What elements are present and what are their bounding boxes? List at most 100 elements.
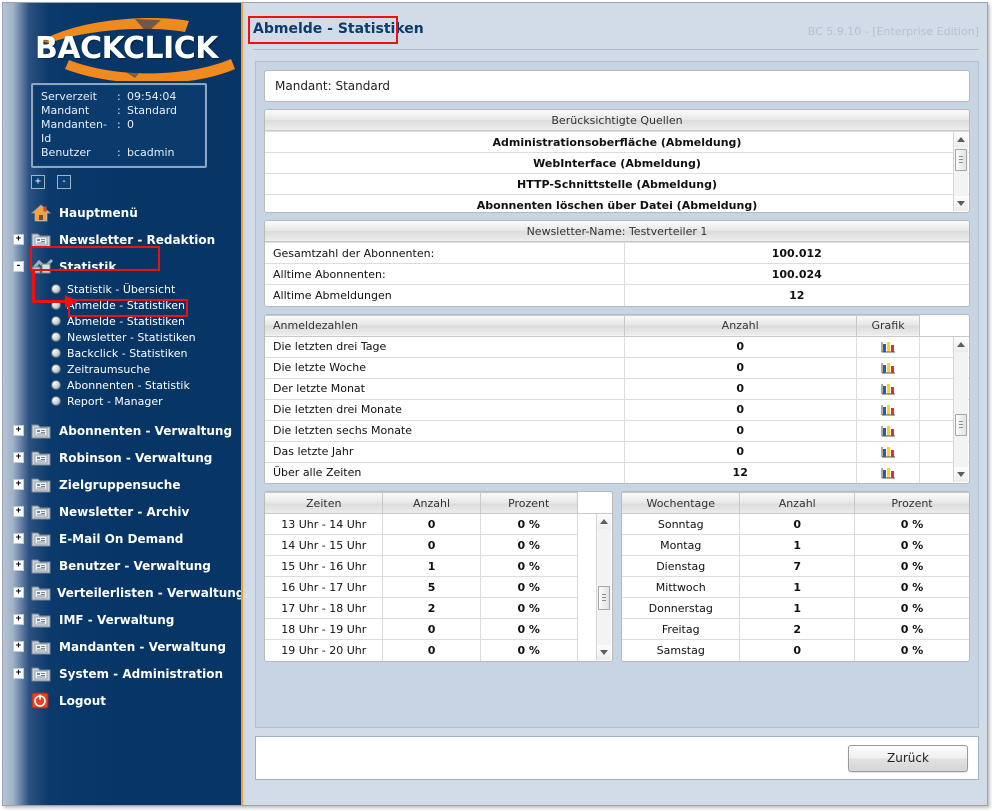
sidebar-item-mandanten-verwaltung[interactable]: + Mandanten - Verwaltung [13,633,243,660]
logout-icon [31,692,53,710]
sidebar-item-abonnenten-statistik[interactable]: Abonnenten - Statistik [31,377,243,393]
sidebar-item-abmelde-statistiken[interactable]: Abmelde - Statistiken [31,313,243,329]
folder-icon [31,584,51,602]
table-row[interactable]: Abonnenten löschen über Datei (Abmeldung… [265,194,969,212]
sidebar-item-backclick-statistiken[interactable]: Backclick - Statistiken [31,345,243,361]
sources-scrollbar[interactable] [953,132,968,211]
scrollbar-thumb[interactable] [955,413,967,436]
scroll-down-button[interactable] [954,467,968,482]
sidebar-subitem-label: Statistik - Übersicht [67,282,176,296]
wochentage-card: Wochentage Anzahl Prozent Sonntag 0 0 % [621,491,970,662]
sidebar-item-report-manager[interactable]: Report - Manager [31,393,243,409]
sidebar-item-system-administration[interactable]: + System - Administration [13,660,243,687]
scroll-up-button[interactable] [597,514,611,529]
collapse-minus-icon[interactable]: - [13,261,24,272]
row-graph-cell[interactable] [855,398,921,421]
zeiten-card: Zeiten Anzahl Prozent 13 Uhr - 14 Uhr 0 [264,491,613,662]
bar-chart-icon[interactable] [881,424,896,438]
sidebar-item-imf-verwaltung[interactable]: + IMF - Verwaltung [13,606,243,633]
expand-all-button[interactable]: + [31,175,45,189]
backclick-logo[interactable]: BACKCLICK [31,15,243,81]
back-button[interactable]: Zurück [848,744,968,772]
scroll-up-button[interactable] [954,336,968,352]
column-header: Anzahl [623,314,857,337]
table-row[interactable]: HTTP-Schnittstelle (Abmeldung) [265,173,969,195]
expand-plus-icon[interactable]: + [13,668,24,679]
bar-chart-icon[interactable] [881,382,896,396]
sidebar-item-email-on-demand[interactable]: + E-Mail On Demand [13,525,243,552]
expand-plus-icon[interactable]: + [13,234,24,245]
row-percent: 0 % [479,555,578,577]
column-header: Anzahl [739,492,855,514]
scrollbar-thumb[interactable] [598,586,610,610]
bar-chart-icon[interactable] [881,466,896,480]
collapse-all-button[interactable]: - [57,175,71,189]
sidebar-item-label: Statistik [59,259,117,274]
row-count: 0 [623,356,857,379]
expand-plus-icon[interactable]: + [13,506,24,517]
row-count: 0 [623,398,857,421]
sidebar-item-statistik-uebersicht[interactable]: Statistik - Übersicht [31,281,243,297]
table-row[interactable]: Administrationsoberfläche (Abmeldung) [265,131,969,153]
row-graph-cell[interactable] [855,440,921,463]
sidebar-item-benutzer-verwaltung[interactable]: + Benutzer - Verwaltung [13,552,243,579]
row-graph-cell[interactable] [855,419,921,442]
sidebar-subitem-label: Zeitraumsuche [67,362,151,376]
table-row: Der letzte Monat 0 [265,377,969,400]
sidebar-item-verteilerlisten-verwaltung[interactable]: + Verteilerlisten - Verwaltung [13,579,243,606]
sidebar-item-hauptmenu[interactable]: Hauptmenü [30,199,243,226]
sidebar-item-abonnenten-verwaltung[interactable]: + Abonnenten - Verwaltung [13,417,243,444]
zeiten-scrollbar[interactable] [596,514,611,660]
newsletter-row-label: Gesamtzahl der Abonnenten: [265,242,625,264]
wochentage-column: Wochentage Anzahl Prozent Sonntag 0 0 % [621,491,970,662]
bullet-icon [51,332,61,342]
row-graph-cell[interactable] [855,356,921,379]
column-header: Anzahl [382,492,481,514]
scroll-up-button[interactable] [954,132,968,147]
expand-plus-icon[interactable]: + [13,425,24,436]
expand-plus-icon[interactable]: + [13,560,24,571]
sidebar-item-zielgruppensuche[interactable]: + Zielgruppensuche [13,471,243,498]
table-row: Alltime Abmeldungen 12 [265,284,969,306]
sidebar-item-statistik[interactable]: - Statistik [13,253,243,280]
sidebar-item-zeitraumsuche[interactable]: Zeitraumsuche [31,361,243,377]
row-label: 15 Uhr - 16 Uhr [265,555,384,577]
scroll-down-button[interactable] [954,196,968,211]
table-header-row: Wochentage Anzahl Prozent [622,492,969,514]
sidebar-item-robinson-verwaltung[interactable]: + Robinson - Verwaltung [13,444,243,471]
row-graph-cell[interactable] [855,377,921,400]
sidebar-item-anmelde-statistiken[interactable]: Anmelde - Statistiken [31,297,243,313]
sidebar-item-label: E-Mail On Demand [59,531,184,546]
row-graph-cell[interactable] [855,461,921,483]
expand-plus-icon[interactable]: + [13,641,24,652]
bar-chart-icon[interactable] [881,361,896,375]
scroll-down-button[interactable] [597,644,611,660]
expand-plus-icon[interactable]: + [13,452,24,463]
expand-plus-icon[interactable]: + [13,533,24,544]
source-label: Administrationsoberfläche (Abmeldung) [265,131,969,153]
statistik-submenu: Statistik - Übersicht Anmelde - Statisti… [31,281,243,409]
sidebar-item-newsletter-statistiken[interactable]: Newsletter - Statistiken [31,329,243,345]
scrollbar-thumb[interactable] [955,149,967,171]
expand-plus-icon[interactable]: + [13,587,24,598]
row-count: 1 [739,597,855,619]
sidebar-item-logout[interactable]: Logout [31,687,243,714]
table-row: Die letzte Woche 0 [265,356,969,379]
expand-plus-icon[interactable]: + [13,479,24,490]
row-percent: 0 % [853,534,969,556]
bar-chart-icon[interactable] [881,445,896,459]
server-info-box: Serverzeit : 09:54:04 Mandant : Standard… [31,83,207,168]
statistics-icon [30,258,54,276]
expand-plus-icon[interactable]: + [13,614,24,625]
bullet-icon [51,364,61,374]
logo-swoosh-bottom-icon [65,57,241,81]
sidebar-item-newsletter-archiv[interactable]: + Newsletter - Archiv [13,498,243,525]
bar-chart-icon[interactable] [881,403,896,417]
row-count: 1 [382,555,481,577]
bar-chart-icon[interactable] [881,340,896,354]
table-row[interactable]: WebInterface (Abmeldung) [265,152,969,174]
anmeldezahlen-scrollbar[interactable] [953,336,968,482]
newsletter-row-value: 12 [623,284,969,306]
sidebar-item-newsletter-redaktion[interactable]: + Newsletter - Redaktion [13,226,243,253]
row-graph-cell[interactable] [855,335,921,358]
